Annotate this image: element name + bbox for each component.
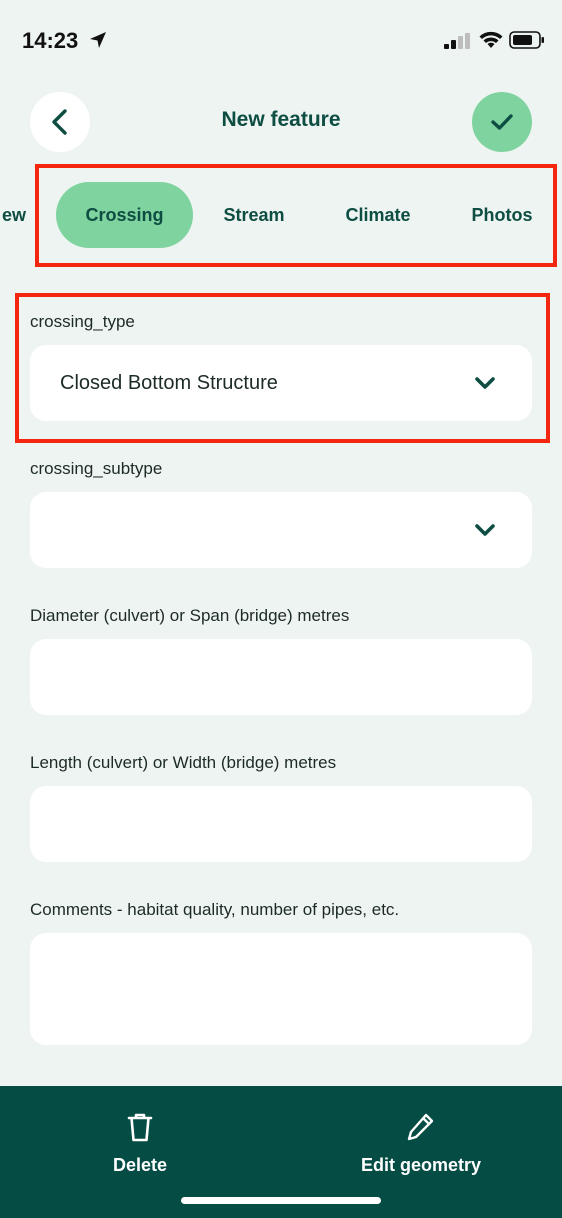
page-title: New feature	[221, 108, 341, 131]
chevron-left-icon	[52, 109, 67, 135]
chevron-down-icon	[475, 524, 495, 536]
chevron-down-icon	[475, 377, 495, 389]
trash-icon	[127, 1113, 153, 1142]
tab-photos[interactable]: Photos	[448, 182, 556, 248]
edit-geometry-button[interactable]: Edit geometry	[330, 1086, 512, 1176]
home-indicator	[181, 1197, 381, 1204]
tab-stream[interactable]: Stream	[200, 182, 308, 248]
crossing-subtype-select[interactable]	[30, 492, 532, 568]
cellular-signal-icon	[444, 33, 470, 49]
length-label: Length (culvert) or Width (bridge) metre…	[30, 753, 337, 772]
delete-button[interactable]: Delete	[70, 1086, 210, 1176]
status-time: 14:23	[22, 28, 79, 53]
tab-climate[interactable]: Climate	[322, 182, 434, 248]
location-arrow-icon	[90, 32, 106, 48]
diameter-label: Diameter (culvert) or Span (bridge) metr…	[30, 606, 350, 625]
confirm-button[interactable]	[472, 92, 532, 152]
diameter-input[interactable]	[30, 639, 532, 715]
battery-icon	[509, 31, 544, 49]
comments-textarea[interactable]	[30, 933, 532, 1045]
back-button[interactable]	[30, 92, 90, 152]
crossing-type-label: crossing_type	[30, 312, 135, 331]
crossing-type-select[interactable]: Closed Bottom Structure	[30, 345, 532, 421]
crossing-subtype-label: crossing_subtype	[30, 459, 163, 478]
wifi-icon	[479, 31, 503, 48]
checkmark-icon	[491, 114, 513, 130]
delete-label: Delete	[112, 1155, 168, 1175]
comments-label: Comments - habitat quality, number of pi…	[30, 900, 400, 919]
status-bar: 14:23	[0, 0, 562, 84]
section-tabs: ew Crossing Stream Climate Photos	[0, 180, 562, 250]
edit-geometry-label: Edit geometry	[360, 1155, 482, 1175]
length-input[interactable]	[30, 786, 532, 862]
crossing-type-value: Closed Bottom Structure	[60, 371, 278, 394]
tab-crossing[interactable]: Crossing	[56, 182, 193, 248]
tab-overview[interactable]: ew	[0, 182, 30, 248]
pencil-icon	[407, 1113, 434, 1141]
